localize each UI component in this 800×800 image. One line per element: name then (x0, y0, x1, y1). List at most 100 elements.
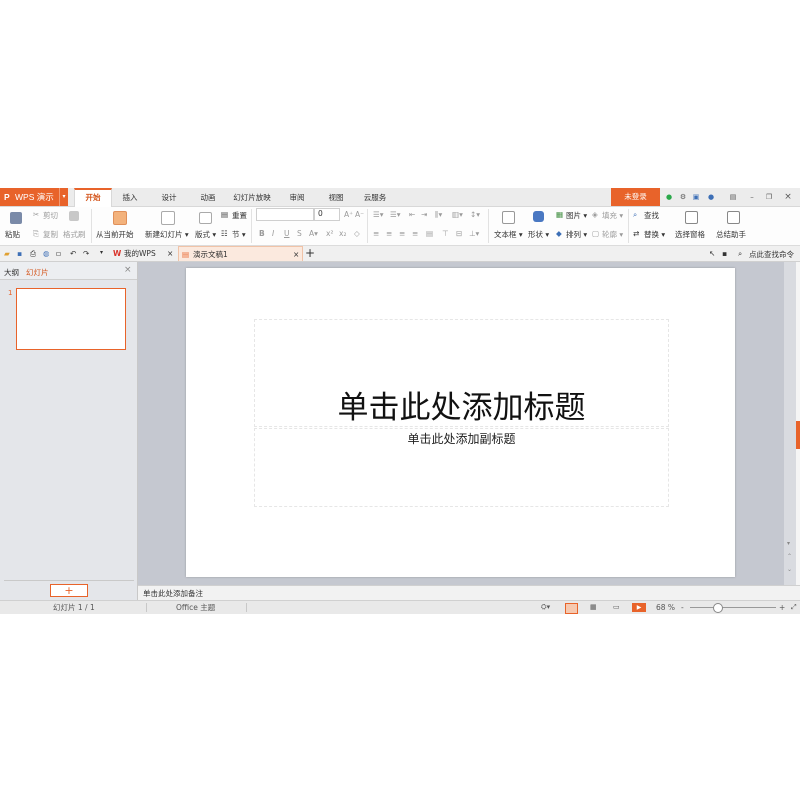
close-button[interactable]: × (783, 192, 793, 202)
fill-icon[interactable]: ◈ (592, 210, 598, 219)
prev-slide-icon[interactable]: ⌃ (787, 553, 792, 560)
tab-review[interactable]: 审阅 (283, 188, 311, 206)
selection-pane-button[interactable]: 选择窗格 (675, 229, 705, 240)
zoom-slider-handle[interactable] (713, 603, 723, 613)
align-bottom-icon[interactable]: ⊥▾ (469, 229, 479, 238)
vertical-scrollbar[interactable]: ▾ ⌃ ⌄ (784, 262, 796, 585)
increase-indent-icon[interactable]: ⇥ (421, 210, 427, 219)
subscript-icon[interactable]: x₂ (339, 229, 346, 238)
selection-pane-icon[interactable] (685, 211, 698, 224)
tab-animation[interactable]: 动画 (194, 188, 222, 206)
align-right-icon[interactable]: ≡ (399, 229, 405, 238)
line-spacing-icon[interactable]: ↕▾ (470, 210, 480, 219)
colorful-ball-icon[interactable]: ● (664, 192, 674, 202)
align-center-icon[interactable]: ≡ (386, 229, 392, 238)
login-button[interactable]: 未登录 (611, 188, 660, 206)
tab-design[interactable]: 设计 (155, 188, 183, 206)
tab-home[interactable]: 开始 (74, 188, 112, 207)
minimize-button[interactable]: – (747, 192, 757, 202)
slide-canvas[interactable]: 单击此处添加标题 单击此处添加副标题 (186, 268, 735, 577)
scissors-icon[interactable]: ✂ (33, 210, 39, 219)
paste-button[interactable]: 粘贴 (5, 229, 20, 240)
help-icon[interactable]: ● (706, 192, 716, 202)
strikethrough-icon[interactable]: S (297, 229, 302, 238)
tab-slides[interactable]: 幻灯片 (26, 267, 49, 278)
new-slide-icon[interactable] (161, 211, 175, 225)
bullets-icon[interactable]: ☰▾ (373, 210, 384, 219)
feedback-icon[interactable]: ▪ (722, 249, 727, 258)
redo-icon[interactable]: ↷ (83, 249, 89, 258)
tab-slideshow[interactable]: 幻灯片放映 (230, 188, 274, 206)
fill-button[interactable]: 填充 ▾ (602, 210, 623, 221)
superscript-icon[interactable]: x² (326, 229, 333, 238)
gear-icon[interactable]: ⚙ (678, 192, 688, 202)
open-folder-icon[interactable]: ▰ (4, 249, 10, 258)
copy-button[interactable]: 复制 (43, 229, 58, 240)
font-color-icon[interactable]: A▾ (309, 229, 318, 238)
slide-sorter-icon[interactable]: ▦ (590, 601, 597, 614)
add-slide-button[interactable]: + (50, 584, 88, 597)
from-current-button[interactable]: 从当前开始 (96, 229, 134, 240)
reset-button[interactable]: 重置 (232, 210, 247, 221)
new-tab-button[interactable]: + (305, 246, 315, 260)
layout-button[interactable]: 版式 ▾ (195, 229, 216, 240)
protect-icon[interactable]: ⛭▾ (541, 601, 550, 614)
align-left-icon[interactable]: ≡ (373, 229, 379, 238)
preview-icon[interactable]: ▫ (56, 249, 61, 258)
task-pane-toggle[interactable] (796, 421, 800, 449)
zoom-out-button[interactable]: - (681, 601, 684, 614)
cut-button[interactable]: 剪切 (43, 210, 58, 221)
underline-icon[interactable]: U (284, 229, 290, 238)
columns-icon[interactable]: ▥▾ (452, 210, 463, 219)
quick-access-dropdown-icon[interactable]: ▾ (100, 249, 103, 256)
restore-button[interactable]: ❐ (764, 192, 774, 202)
clear-format-icon[interactable]: ◇ (354, 229, 360, 238)
section-button[interactable]: 节 ▾ (232, 229, 246, 240)
align-middle-icon[interactable]: ⊟ (456, 229, 462, 238)
cursor-icon[interactable]: ↖ (709, 249, 715, 258)
subtitle-placeholder[interactable]: 单击此处添加副标题 (254, 428, 669, 507)
summary-assistant-icon[interactable] (727, 211, 740, 224)
tab-my-wps[interactable]: W 我的WPS × (110, 246, 176, 261)
fit-window-icon[interactable]: ⤢ (791, 601, 797, 614)
layout-icon[interactable] (199, 212, 212, 224)
shape-icon[interactable] (533, 211, 544, 222)
command-search-input[interactable]: 点此查找命令 (749, 249, 794, 260)
shape-button[interactable]: 形状 ▾ (528, 229, 549, 240)
tab-view[interactable]: 视图 (322, 188, 350, 206)
brush-icon[interactable] (69, 211, 79, 221)
replace-button[interactable]: 替换 ▾ (644, 229, 665, 240)
zoom-slider[interactable] (690, 607, 776, 608)
wps-app-menu-button[interactable]: P WPS 演示 ▾ (0, 188, 68, 206)
search-icon[interactable]: ⌕ (633, 210, 637, 220)
play-from-current-icon[interactable] (113, 211, 127, 225)
distributed-icon[interactable]: ▤ (426, 229, 433, 238)
reset-icon[interactable]: ▤ (221, 210, 228, 219)
text-box-button[interactable]: 文本框 ▾ (494, 229, 523, 240)
copy-icon[interactable]: ⎘ (33, 229, 39, 239)
next-slide-icon[interactable]: ⌄ (787, 566, 792, 573)
font-size-select[interactable]: 0 (314, 208, 340, 221)
scroll-up-icon[interactable]: ▾ (787, 540, 790, 547)
decrease-indent-icon[interactable]: ⇤ (409, 210, 415, 219)
outline-button[interactable]: 轮廓 ▾ (602, 229, 623, 240)
arrange-icon[interactable]: ◆ (556, 229, 562, 238)
chevron-down-icon[interactable]: ▾ (59, 188, 68, 206)
arrange-button[interactable]: 排列 ▾ (566, 229, 587, 240)
zoom-in-button[interactable]: + (779, 601, 785, 614)
format-painter-button[interactable]: 格式刷 (63, 229, 86, 240)
search-icon[interactable]: ⌕ (738, 249, 742, 259)
close-icon[interactable]: × (293, 247, 299, 262)
zoom-level[interactable]: 68 % (656, 601, 675, 614)
print-icon[interactable]: ⎙ (30, 249, 36, 259)
align-top-icon[interactable]: ⊤ (442, 229, 449, 238)
section-icon[interactable]: ☷ (221, 229, 228, 238)
tab-insert[interactable]: 插入 (116, 188, 144, 206)
bold-icon[interactable]: B (259, 229, 265, 238)
justify-icon[interactable]: ≡ (412, 229, 418, 238)
text-box-icon[interactable] (502, 211, 515, 224)
find-button[interactable]: 查找 (644, 210, 659, 221)
skin-icon[interactable]: ▣ (691, 192, 701, 202)
window-mode-icon[interactable]: ▤ (728, 192, 738, 202)
italic-icon[interactable]: I (272, 229, 274, 238)
